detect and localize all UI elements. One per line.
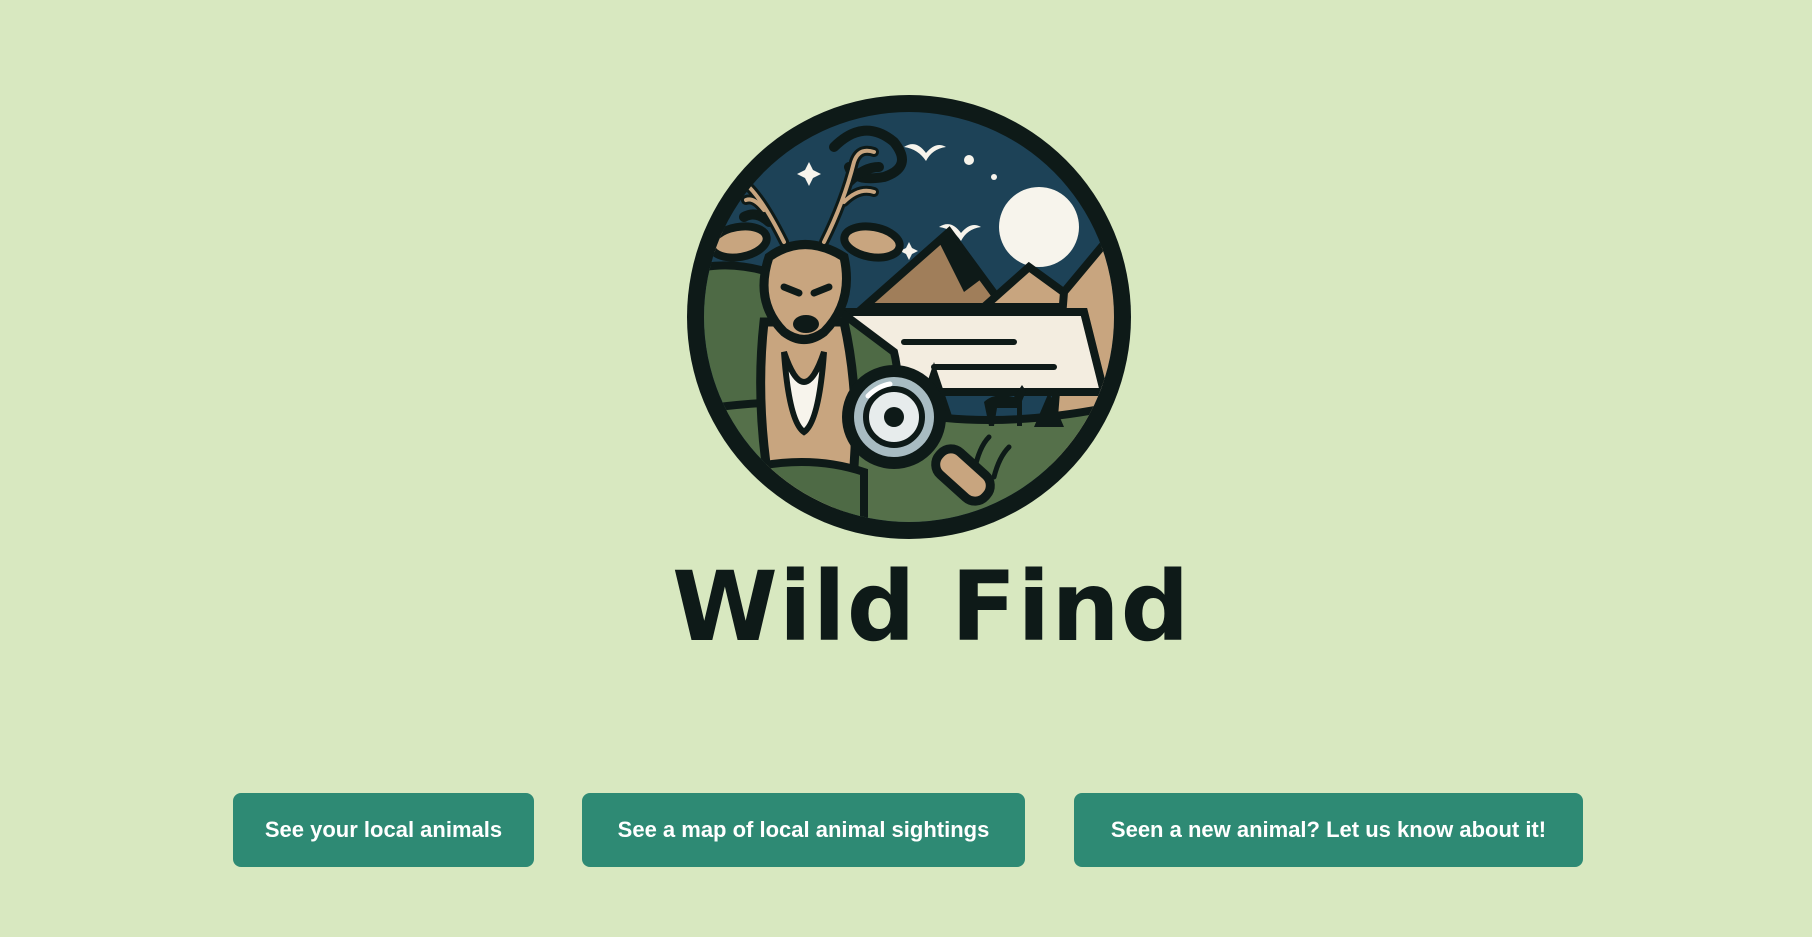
logo: Wild Find <box>672 92 1189 662</box>
report-new-animal-button[interactable]: Seen a new animal? Let us know about it! <box>1074 793 1583 867</box>
logo-emblem-icon <box>687 95 1131 539</box>
logo-wordmark: Wild Find <box>672 551 1191 663</box>
see-local-animals-button[interactable]: See your local animals <box>233 793 534 867</box>
see-sightings-map-button[interactable]: See a map of local animal sightings <box>582 793 1025 867</box>
